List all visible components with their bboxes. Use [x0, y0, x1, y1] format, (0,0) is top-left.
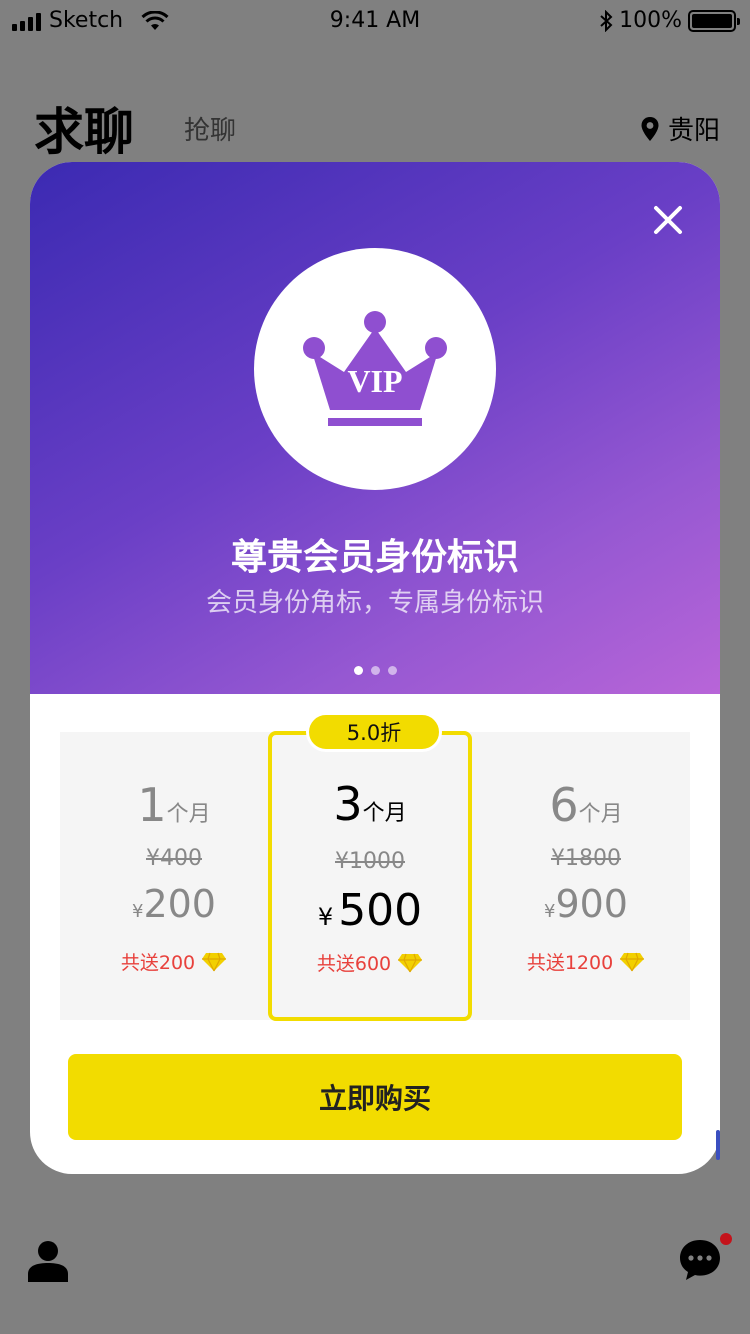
location-pin-icon: [641, 116, 659, 141]
status-bar: Sketch 9:41 AM 100%: [0, 0, 750, 44]
vip-benefit-banner[interactable]: VIP 尊贵会员身份标识 会员身份角标，专属身份标识: [30, 162, 720, 694]
plan-original-price: ¥1800: [551, 846, 621, 871]
page-title: 求聊: [34, 103, 134, 161]
city-selector[interactable]: 贵阳: [640, 110, 720, 147]
plan-duration: 3个月: [333, 777, 407, 831]
vip-text: VIP: [347, 363, 402, 399]
battery-percent: 100%: [619, 8, 682, 33]
plan-gift: 共送200: [72, 948, 276, 975]
benefit-subtitle: 会员身份角标，专属身份标识: [205, 588, 544, 618]
plan-3-months[interactable]: 3个月 ¥1000 ¥ 500 共送600: [268, 731, 472, 1021]
page-header: 求聊 抢聊 贵阳: [34, 92, 724, 162]
tab-grab-chat[interactable]: 抢聊: [184, 110, 236, 147]
plan-6-months[interactable]: 6个月 ¥1800 ¥900 共送1200: [484, 732, 688, 1020]
plan-original-price: ¥1000: [335, 849, 405, 874]
battery-icon: [688, 9, 740, 32]
background-card-edge: [716, 1130, 720, 1160]
carousel-dot[interactable]: [370, 666, 380, 675]
notification-dot: [720, 1233, 732, 1245]
plan-duration: 6个月: [549, 778, 623, 832]
carousel-dot[interactable]: [353, 666, 363, 675]
crown-icon: VIP: [303, 311, 447, 426]
plan-price: ¥900: [544, 882, 628, 926]
buy-now-button[interactable]: 立即购买: [68, 1054, 682, 1140]
diamond-icon: [202, 952, 227, 971]
city-label: 贵阳: [667, 116, 720, 146]
chat-icon[interactable]: [678, 1238, 722, 1282]
status-right: 100%: [599, 8, 740, 33]
plan-gift: 共送1200: [484, 948, 688, 975]
close-icon[interactable]: [646, 198, 690, 242]
carousel-dots: [30, 666, 720, 675]
plan-price: ¥ 500: [317, 885, 423, 936]
carousel-dot[interactable]: [387, 666, 397, 675]
diamond-icon: [398, 953, 423, 972]
profile-icon[interactable]: [28, 1240, 68, 1282]
bluetooth-icon: [600, 9, 613, 32]
diamond-icon: [620, 952, 645, 971]
plan-duration: 1个月: [137, 778, 211, 832]
plan-price: ¥200: [132, 882, 216, 926]
discount-badge: 5.0折: [306, 712, 442, 752]
plan-1-month[interactable]: 1个月 ¥400 ¥200 共送200: [72, 732, 276, 1020]
vip-purchase-modal: VIP 尊贵会员身份标识 会员身份角标，专属身份标识 1个月 ¥400 ¥200…: [30, 162, 720, 1174]
plan-gift: 共送600: [272, 949, 468, 976]
vip-badge-circle: VIP: [254, 248, 496, 490]
plan-original-price: ¥400: [146, 846, 202, 871]
benefit-title: 尊贵会员身份标识: [230, 537, 519, 578]
